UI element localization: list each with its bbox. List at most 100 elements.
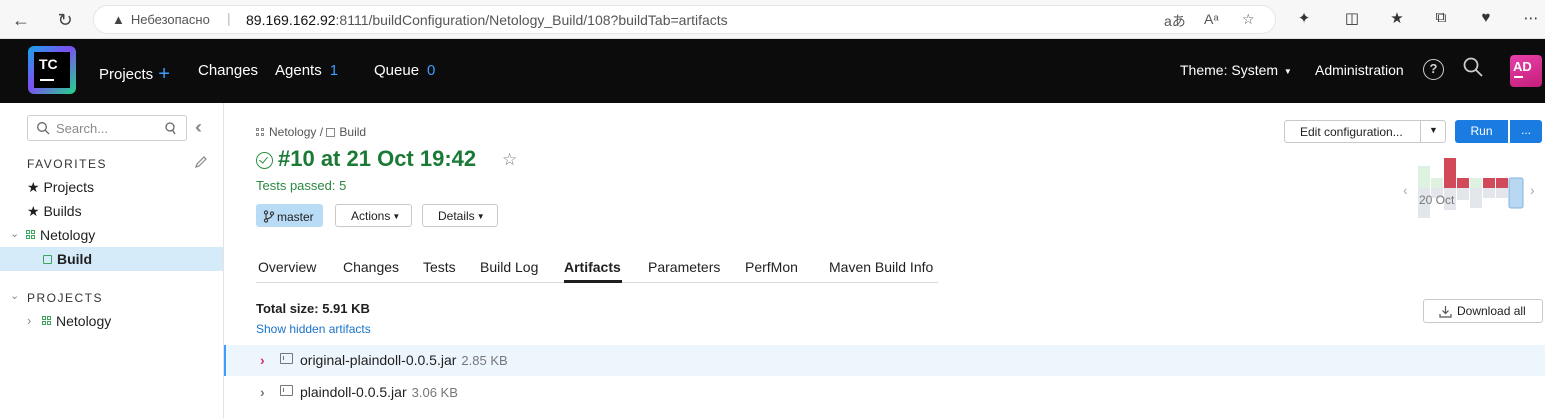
edit-pencil-icon[interactable] bbox=[194, 155, 208, 169]
tab-maven-build-info[interactable]: Maven Build Info bbox=[829, 259, 933, 275]
favorites-icon[interactable]: ★ bbox=[1386, 9, 1408, 27]
history-bar bbox=[1483, 178, 1495, 188]
address-separator: | bbox=[227, 10, 231, 26]
sidebar-item-netology[interactable]: ⌄ Netology bbox=[0, 223, 223, 247]
extensions-icon[interactable]: ✦ bbox=[1293, 9, 1315, 27]
read-aloud-icon[interactable]: Aᵃ bbox=[1204, 11, 1219, 27]
collections-icon[interactable]: ⧉ bbox=[1430, 9, 1452, 26]
tab-tests[interactable]: Tests bbox=[423, 259, 456, 275]
browser-toolbar: ← ↻ ▲ Небезопасно | 89.169.162.92:8111/bu… bbox=[0, 0, 1545, 39]
breadcrumb: Netology / Build bbox=[256, 125, 366, 139]
tab-artifacts[interactable]: Artifacts bbox=[564, 259, 621, 275]
artifact-row[interactable]: › plaindoll-0.0.5.jar 3.06 KB bbox=[224, 377, 1545, 408]
history-bar bbox=[1470, 188, 1482, 208]
sidebar-item-build[interactable]: Build bbox=[0, 247, 223, 271]
agents-count: 1 bbox=[329, 62, 339, 79]
chevron-down-icon: ▼ bbox=[476, 212, 485, 221]
archive-icon bbox=[280, 385, 293, 396]
translate-icon[interactable]: aあ bbox=[1164, 11, 1186, 31]
download-all-button[interactable]: Download all bbox=[1423, 299, 1543, 323]
nav-agents[interactable]: Agents 1 bbox=[275, 62, 338, 79]
run-options-button[interactable]: ... bbox=[1510, 120, 1542, 143]
tab-perfmon[interactable]: PerfMon bbox=[745, 259, 798, 275]
actions-dropdown[interactable]: Actions ▼ bbox=[335, 204, 412, 227]
edit-configuration-button[interactable]: Edit configuration... ▼ bbox=[1284, 120, 1446, 143]
artifact-name[interactable]: original-plaindoll-0.0.5.jar bbox=[300, 352, 456, 368]
nav-projects[interactable]: Projects + bbox=[99, 62, 170, 85]
build-tabs: Overview Changes Tests Build Log Artifac… bbox=[256, 250, 938, 283]
sidebar-item-projects[interactable]: ★ Projects bbox=[0, 175, 223, 199]
artifact-row[interactable]: › original-plaindoll-0.0.5.jar 2.85 KB bbox=[224, 345, 1545, 376]
help-icon[interactable]: ? bbox=[1423, 59, 1444, 80]
run-button[interactable]: Run bbox=[1455, 120, 1508, 143]
history-bar-selected bbox=[1508, 177, 1524, 209]
chevron-right-icon[interactable]: › bbox=[260, 384, 265, 400]
artifact-size: 2.85 KB bbox=[461, 353, 508, 368]
build-config-icon bbox=[43, 255, 52, 264]
active-tab-indicator bbox=[564, 280, 622, 283]
breadcrumb-build-link[interactable]: Build bbox=[339, 125, 366, 139]
history-bars bbox=[1418, 158, 1524, 218]
sidebar-search-input[interactable]: Search... bbox=[27, 115, 187, 141]
security-indicator[interactable]: ▲ Небезопасно bbox=[112, 12, 210, 27]
warning-icon: ▲ bbox=[112, 12, 125, 27]
search-options-icon[interactable] bbox=[164, 121, 176, 135]
build-title: #10 at 21 Oct 19:42 bbox=[278, 146, 477, 171]
user-avatar[interactable]: AD bbox=[1510, 55, 1542, 87]
tests-status[interactable]: Tests passed: 5 bbox=[256, 178, 346, 193]
history-bar bbox=[1483, 188, 1495, 198]
split-screen-icon[interactable]: ◫ bbox=[1341, 9, 1363, 27]
nav-administration[interactable]: Administration bbox=[1315, 62, 1404, 78]
build-history-chart[interactable] bbox=[1418, 158, 1526, 220]
details-dropdown[interactable]: Details ▼ bbox=[422, 204, 498, 227]
app-header: TC Projects + Changes Agents 1 Queue 0 Them… bbox=[0, 39, 1545, 103]
back-arrow-icon[interactable]: ← bbox=[9, 8, 33, 32]
tab-parameters[interactable]: Parameters bbox=[648, 259, 720, 275]
more-menu-icon[interactable]: ⋯ bbox=[1520, 9, 1542, 27]
project-icon bbox=[42, 316, 52, 326]
sidebar: Search... ‹‹ FAVORITES ★ Projects ★ Buil… bbox=[0, 103, 224, 418]
artifact-name[interactable]: plaindoll-0.0.5.jar bbox=[300, 384, 407, 400]
chevron-down-icon[interactable]: ▼ bbox=[1420, 121, 1446, 142]
url-text[interactable]: 89.169.162.92:8111/buildConfiguration/Ne… bbox=[246, 12, 728, 28]
star-icon: ★ bbox=[27, 179, 40, 195]
history-bar bbox=[1496, 178, 1508, 188]
success-check-icon bbox=[256, 152, 273, 169]
chevron-right-icon[interactable]: › bbox=[260, 352, 265, 368]
branch-badge[interactable]: master bbox=[256, 204, 323, 227]
archive-icon bbox=[280, 353, 293, 364]
theme-selector[interactable]: Theme: System ▼ bbox=[1180, 62, 1292, 78]
queue-count: 0 bbox=[427, 62, 436, 79]
project-icon bbox=[256, 128, 265, 137]
collapse-sidebar-icon[interactable]: ‹‹ bbox=[195, 117, 202, 138]
browser-essentials-icon[interactable]: ♥ bbox=[1475, 9, 1497, 26]
chevron-right-icon[interactable]: › bbox=[1530, 182, 1535, 198]
tab-build-log[interactable]: Build Log bbox=[480, 259, 538, 275]
projects-section-title: PROJECTS bbox=[27, 291, 104, 305]
chevron-right-icon[interactable]: › bbox=[27, 313, 31, 328]
chevron-left-icon[interactable]: ‹ bbox=[1403, 182, 1408, 198]
nav-changes[interactable]: Changes bbox=[198, 62, 258, 79]
chevron-down-icon[interactable]: ⌄ bbox=[10, 289, 19, 302]
reload-icon[interactable]: ↻ bbox=[53, 8, 77, 32]
chevron-down-icon: ▼ bbox=[392, 212, 401, 221]
history-bar bbox=[1470, 178, 1482, 188]
favorite-star-icon[interactable]: ☆ bbox=[502, 150, 517, 170]
history-bar bbox=[1431, 178, 1443, 188]
add-project-icon[interactable]: + bbox=[158, 63, 170, 85]
breadcrumb-project-link[interactable]: Netology bbox=[269, 125, 316, 139]
favorite-star-icon[interactable]: ☆ bbox=[1242, 11, 1255, 28]
star-icon: ★ bbox=[27, 203, 40, 219]
address-bar[interactable]: ▲ Небезопасно | 89.169.162.92:8111/buildC… bbox=[93, 5, 1276, 34]
sidebar-item-builds[interactable]: ★ Builds bbox=[0, 199, 223, 223]
history-bar bbox=[1418, 166, 1430, 188]
show-hidden-artifacts-link[interactable]: Show hidden artifacts bbox=[256, 322, 371, 336]
search-icon[interactable] bbox=[1462, 56, 1484, 78]
sidebar-item-project-netology[interactable]: › Netology bbox=[0, 309, 223, 333]
nav-queue[interactable]: Queue 0 bbox=[374, 62, 435, 79]
tab-overview[interactable]: Overview bbox=[258, 259, 316, 275]
project-icon bbox=[26, 230, 36, 240]
chevron-down-icon[interactable]: ⌄ bbox=[10, 227, 19, 240]
tab-changes[interactable]: Changes bbox=[343, 259, 399, 275]
teamcity-logo[interactable]: TC bbox=[28, 46, 76, 94]
